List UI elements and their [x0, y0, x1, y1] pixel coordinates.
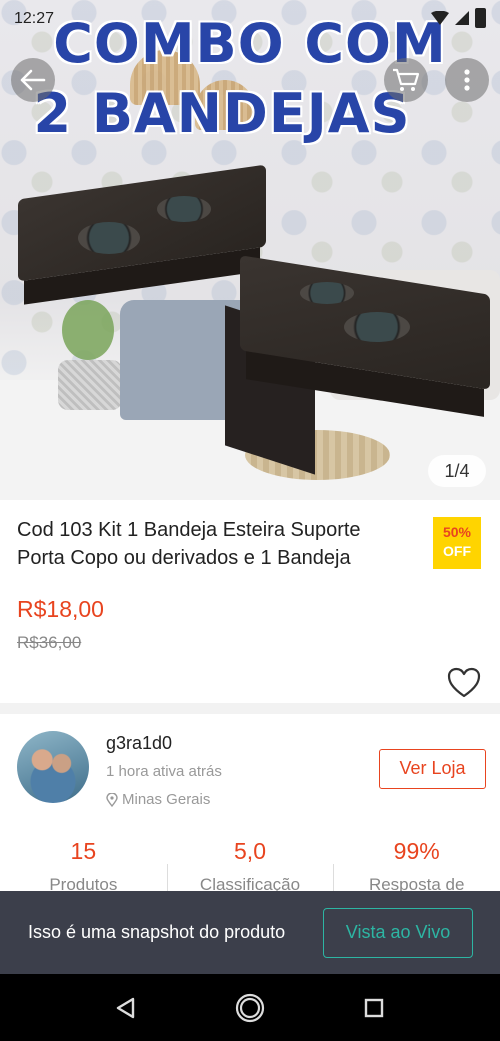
- view-live-button[interactable]: Vista ao Vivo: [323, 908, 473, 958]
- snapshot-bar: Isso é uma snapshot do produto Vista ao …: [0, 891, 500, 974]
- seller-avatar[interactable]: [17, 731, 89, 803]
- heart-icon[interactable]: [447, 667, 481, 699]
- stat-value: 99%: [393, 838, 440, 864]
- back-button[interactable]: [11, 58, 55, 102]
- stat-value: 15: [70, 838, 97, 864]
- section-divider: [0, 703, 500, 714]
- cart-icon: [393, 68, 420, 91]
- cup-holder-image: [344, 312, 410, 342]
- signal-icon: [455, 11, 469, 25]
- stat-rating[interactable]: 5,0 Classificação: [166, 834, 334, 904]
- view-store-button[interactable]: Ver Loja: [379, 749, 486, 789]
- seller-stats: 15 Produtos 5,0 Classificação 99% Respos…: [0, 834, 500, 904]
- seller-section: g3ra1d0 1 hora ativa atrás Minas Gerais …: [0, 714, 500, 904]
- product-info: Cod 103 Kit 1 Bandeja Esteira Suporte Po…: [0, 500, 500, 703]
- discount-badge: 50% OFF: [433, 517, 481, 569]
- cup-holder-image: [78, 222, 140, 254]
- nav-home-icon[interactable]: [234, 992, 266, 1024]
- discount-percent: 50%: [442, 524, 472, 540]
- stat-products[interactable]: 15 Produtos: [0, 834, 167, 894]
- nav-recent-icon[interactable]: [358, 992, 390, 1024]
- status-icons: [431, 8, 486, 28]
- seller-location-text: Minas Gerais: [122, 791, 211, 808]
- status-time: 12:27: [14, 10, 55, 27]
- cart-button[interactable]: [384, 58, 428, 102]
- stat-response[interactable]: 99% Resposta de: [333, 834, 500, 904]
- discount-label: OFF: [443, 543, 471, 559]
- status-bar: 12:27: [0, 0, 500, 34]
- stat-value: 5,0: [234, 838, 266, 864]
- more-options-button[interactable]: [445, 58, 489, 102]
- wifi-icon: [431, 11, 449, 25]
- arrow-left-icon: [20, 69, 46, 91]
- battery-icon: [475, 8, 486, 28]
- original-price: R$36,00: [17, 633, 82, 652]
- seller-name[interactable]: g3ra1d0: [106, 733, 172, 754]
- system-nav-bar: [0, 974, 500, 1041]
- product-image-carousel[interactable]: COMBO COM 2 BANDEJAS 12:27 1/4: [0, 0, 500, 500]
- more-vertical-icon: [464, 69, 470, 91]
- pin-icon: [106, 792, 118, 807]
- image-counter: 1/4: [428, 455, 486, 487]
- cup-holder-image: [157, 196, 211, 222]
- cup-holder-image: [300, 282, 354, 304]
- stool-decoration: [58, 360, 122, 410]
- product-title: Cod 103 Kit 1 Bandeja Esteira Suporte Po…: [17, 519, 361, 569]
- seller-active-status: 1 hora ativa atrás: [106, 763, 222, 780]
- nav-back-icon[interactable]: [110, 992, 142, 1024]
- tray-product-image: [18, 164, 266, 282]
- plant-decoration: [62, 300, 114, 360]
- product-price: R$18,00: [17, 596, 104, 622]
- seller-location: Minas Gerais: [106, 791, 210, 808]
- snapshot-text: Isso é uma snapshot do produto: [28, 922, 286, 942]
